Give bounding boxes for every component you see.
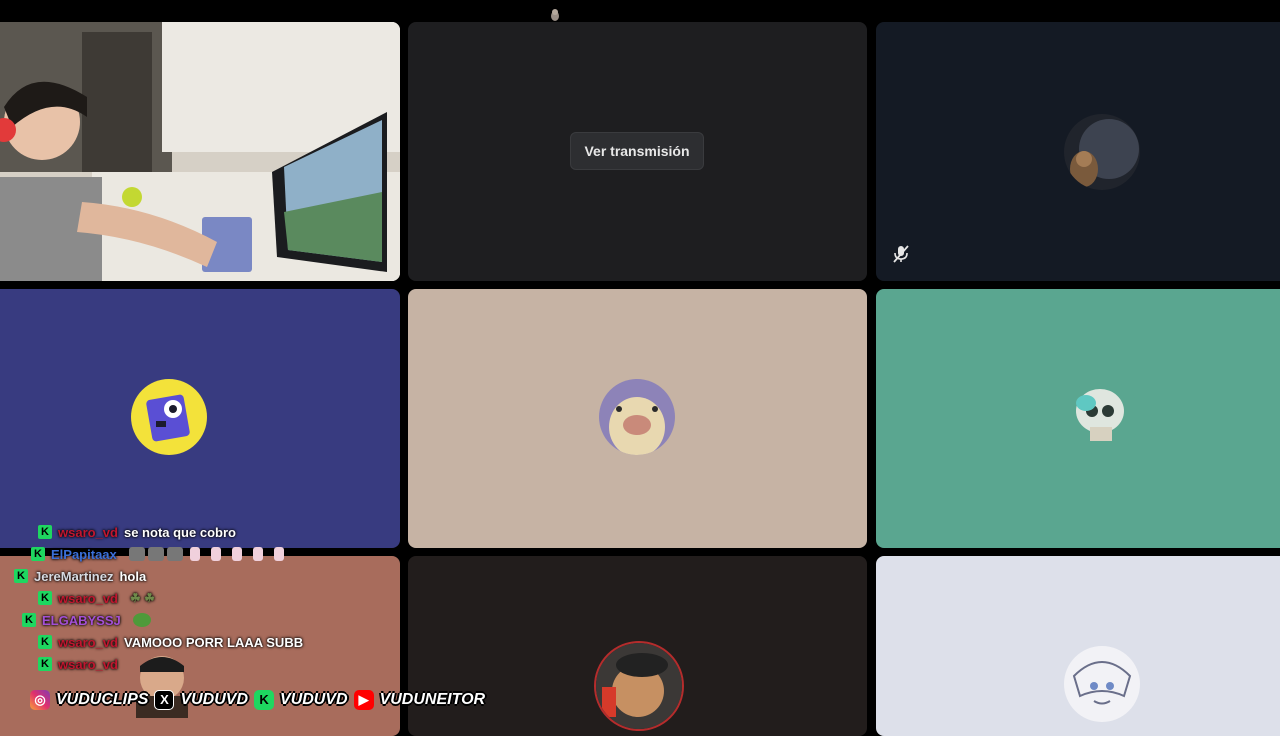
chat-text: VAMOOO PORR LAAA SUBB xyxy=(123,634,304,650)
chat-message: K ELGABYSSJ xyxy=(22,610,151,630)
chat-message: K wsaro_vd se nota que cobro xyxy=(38,522,236,542)
webcam-video xyxy=(0,22,400,281)
participant-tile[interactable] xyxy=(876,289,1280,548)
duck-avatar-icon xyxy=(599,379,675,455)
bear-avatar-icon xyxy=(594,641,684,731)
kick-handle: VUDUVD xyxy=(280,691,348,708)
participant-tile[interactable] xyxy=(876,556,1280,736)
frog-emote-icon xyxy=(132,613,151,627)
robot-avatar-icon xyxy=(131,379,207,455)
kick-icon: K xyxy=(254,690,275,710)
chat-text: se nota que cobro xyxy=(123,524,236,540)
skull-avatar-icon xyxy=(1064,379,1140,455)
chat-username[interactable]: ELGABYSSJ xyxy=(42,613,121,628)
participant-tile[interactable] xyxy=(0,289,400,548)
social-footer: ◎ VUDUCLIPS X VUDUVD K VUDUVD ▶ VUDUNEIT… xyxy=(30,688,485,712)
x-icon: X xyxy=(154,690,175,710)
chat-text: hola xyxy=(119,568,147,584)
youtube-icon: ▶ xyxy=(353,690,374,710)
chat-username[interactable]: wsaro_vd xyxy=(58,635,118,650)
emote-row-icon xyxy=(128,547,284,561)
instagram-icon: ◎ xyxy=(30,690,50,710)
participant-tile[interactable] xyxy=(408,289,867,548)
chat-message: K wsaro_vd xyxy=(38,654,124,674)
chat-username[interactable]: wsaro_vd xyxy=(58,591,118,606)
webcam-tile[interactable] xyxy=(0,22,400,281)
participant-tile[interactable] xyxy=(876,22,1280,281)
mic-muted-icon xyxy=(893,245,909,263)
anime-avatar-icon xyxy=(1064,646,1140,722)
kick-badge-icon: K xyxy=(38,657,52,671)
youtube-handle: VUDUNEITOR xyxy=(379,691,486,708)
x-handle: VUDUVD xyxy=(180,691,249,708)
watch-stream-button[interactable]: Ver transmisión xyxy=(570,132,704,170)
kick-badge-icon: K xyxy=(14,569,28,583)
hamster-emote-icon xyxy=(551,9,559,21)
kick-badge-icon: K xyxy=(38,591,52,605)
kick-badge-icon: K xyxy=(38,525,52,539)
kick-badge-icon: K xyxy=(31,547,45,561)
chat-message: K wsaro_vd VAMOOO PORR LAAA SUBB xyxy=(38,632,303,652)
chat-username[interactable]: JereMartinez xyxy=(34,569,113,584)
chat-username[interactable]: wsaro_vd xyxy=(58,525,118,540)
chat-username[interactable]: ElPapitaax xyxy=(51,547,117,562)
chat-username[interactable]: wsaro_vd xyxy=(58,657,118,672)
monkey-avatar-icon xyxy=(1064,114,1140,190)
stream-tile: Ver transmisión xyxy=(408,22,867,281)
chat-message: K ElPapitaax xyxy=(31,544,284,564)
chat-message: K JereMartinez hola xyxy=(14,566,146,586)
kick-badge-icon: K xyxy=(38,635,52,649)
instagram-handle: VUDUCLIPS xyxy=(56,691,149,708)
chat-message: K wsaro_vd ☘ ☘ xyxy=(38,588,155,608)
kick-badge-icon: K xyxy=(22,613,36,627)
plant-emote-icon: ☘ ☘ xyxy=(129,591,155,605)
